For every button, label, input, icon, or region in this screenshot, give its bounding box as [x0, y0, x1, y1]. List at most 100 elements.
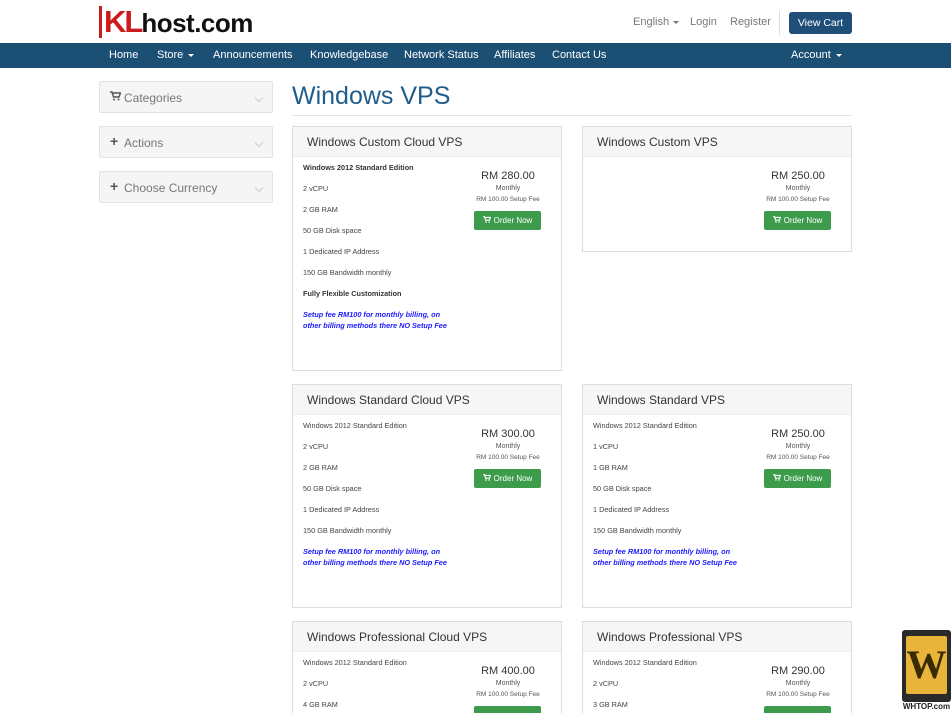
setup-fee: RM 100.00 Setup Fee	[766, 196, 830, 203]
language-label: English	[633, 16, 670, 28]
nav-knowledgebase[interactable]: Knowledgebase	[310, 43, 388, 68]
product-feature: 150 GB Bandwidth monthly	[303, 526, 392, 535]
logo-host: host.com	[141, 8, 253, 38]
login-link[interactable]: Login	[690, 16, 717, 28]
product-card: Windows Standard Cloud VPS Windows 2012 …	[292, 384, 562, 608]
sidebar-categories-label: Categories	[124, 91, 183, 105]
product-name: Windows Professional Cloud VPS	[307, 630, 488, 644]
billing-cycle: Monthly	[785, 185, 811, 192]
product-price: RM 300.00	[481, 428, 535, 440]
order-now-button[interactable]: Order Now	[474, 211, 541, 230]
product-feature: Windows 2012 Standard Edition	[593, 658, 697, 667]
nav-account-label: Account	[791, 49, 831, 61]
product-feature: Windows 2012 Standard Edition	[303, 658, 407, 667]
view-cart-button[interactable]: View Cart	[789, 12, 852, 34]
billing-cycle: Monthly	[495, 185, 521, 192]
product-price: RM 400.00	[481, 665, 535, 677]
sidebar-categories[interactable]: Categories	[99, 81, 273, 113]
main-navbar: Home Store Announcements Knowledgebase N…	[0, 43, 951, 68]
nav-contact-us[interactable]: Contact Us	[552, 43, 606, 68]
plus-icon: +	[110, 133, 119, 149]
chevron-down-icon	[673, 20, 680, 24]
product-feature: 2 GB RAM	[303, 205, 338, 214]
product-feature: Windows 2012 Standard Edition	[303, 163, 414, 172]
sidebar-actions-label: Actions	[124, 136, 164, 150]
language-selector[interactable]: English	[633, 16, 680, 28]
product-name: Windows Custom VPS	[597, 135, 718, 149]
site-logo[interactable]: KL host.com	[99, 6, 253, 38]
watermark-badge: W	[902, 630, 951, 702]
sidebar-choose-currency[interactable]: + Choose Currency	[99, 171, 273, 203]
nav-announcements[interactable]: Announcements	[213, 43, 293, 68]
setup-fee: RM 100.00 Setup Fee	[476, 196, 540, 203]
product-name: Windows Standard VPS	[597, 393, 726, 407]
title-divider	[292, 115, 852, 116]
product-name: Windows Custom Cloud VPS	[307, 135, 463, 149]
product-feature: 4 GB RAM	[303, 700, 338, 709]
cart-icon	[482, 474, 491, 483]
setup-fee-note: Setup fee RM100 for monthly billing, on …	[593, 547, 737, 567]
setup-fee-note: Setup fee RM100 for monthly billing, on …	[303, 310, 447, 330]
chevron-down-icon	[254, 183, 264, 193]
order-now-button[interactable]: Order Now	[764, 469, 831, 488]
product-feature: 1 GB RAM	[593, 463, 628, 472]
order-now-button[interactable]: Order Now	[764, 211, 831, 230]
setup-fee: RM 100.00 Setup Fee	[766, 691, 830, 698]
product-card: Windows Professional VPS Windows 2012 St…	[582, 621, 852, 713]
product-card: Windows Custom Cloud VPS Windows 2012 St…	[292, 126, 562, 371]
order-now-label: Order Now	[783, 216, 823, 225]
product-feature: 2 vCPU	[303, 184, 329, 193]
chevron-down-icon	[188, 53, 195, 57]
nav-home[interactable]: Home	[109, 43, 138, 68]
product-feature: Windows 2012 Standard Edition	[593, 421, 697, 430]
nav-affiliates[interactable]: Affiliates	[494, 43, 535, 68]
product-price: RM 280.00	[481, 170, 535, 182]
register-link[interactable]: Register	[730, 16, 771, 28]
chevron-down-icon	[254, 138, 264, 148]
plus-icon: +	[110, 178, 119, 194]
nav-network-status[interactable]: Network Status	[404, 43, 479, 68]
billing-cycle: Monthly	[495, 443, 521, 450]
order-now-label: Order Now	[493, 474, 533, 483]
nav-account[interactable]: Account	[791, 43, 842, 68]
product-feature: 1 Dedicated IP Address	[303, 505, 380, 514]
product-feature: 50 GB Disk space	[303, 226, 362, 235]
product-name: Windows Standard Cloud VPS	[307, 393, 470, 407]
order-now-label: Order Now	[493, 216, 533, 225]
billing-cycle: Monthly	[495, 680, 521, 687]
cart-icon	[772, 216, 781, 225]
page-title: Windows VPS	[292, 82, 451, 110]
sidebar-currency-label: Choose Currency	[124, 181, 218, 195]
setup-fee: RM 100.00 Setup Fee	[476, 691, 540, 698]
product-price: RM 250.00	[771, 428, 825, 440]
order-now-button[interactable]: Order Now	[474, 469, 541, 488]
header-divider	[779, 11, 780, 35]
nav-store[interactable]: Store	[157, 43, 195, 68]
product-feature: Windows 2012 Standard Edition	[303, 421, 407, 430]
product-feature: Fully Flexible Customization	[303, 289, 402, 298]
product-feature: 3 GB RAM	[593, 700, 628, 709]
order-now-button[interactable]	[474, 706, 541, 713]
cart-icon	[110, 91, 122, 104]
top-bar: KL host.com English Login Register View …	[0, 0, 951, 43]
product-feature: 2 vCPU	[303, 679, 329, 688]
product-feature: 2 GB RAM	[303, 463, 338, 472]
setup-fee: RM 100.00 Setup Fee	[476, 454, 540, 461]
product-feature: 2 vCPU	[303, 442, 329, 451]
cart-icon	[482, 216, 491, 225]
billing-cycle: Monthly	[785, 680, 811, 687]
product-feature: 1 vCPU	[593, 442, 619, 451]
cart-icon	[772, 474, 781, 483]
whtop-watermark: W WHTOP.com	[902, 630, 951, 713]
product-name: Windows Professional VPS	[597, 630, 743, 644]
chevron-down-icon	[254, 93, 264, 103]
product-feature: 1 Dedicated IP Address	[593, 505, 670, 514]
order-now-button[interactable]	[764, 706, 831, 713]
product-price: RM 250.00	[771, 170, 825, 182]
setup-fee: RM 100.00 Setup Fee	[766, 454, 830, 461]
billing-cycle: Monthly	[785, 443, 811, 450]
watermark-text: WHTOP.com	[902, 702, 951, 711]
product-card: Windows Standard VPS Windows 2012 Standa…	[582, 384, 852, 608]
logo-kl: KL	[99, 6, 143, 38]
sidebar-actions[interactable]: + Actions	[99, 126, 273, 158]
